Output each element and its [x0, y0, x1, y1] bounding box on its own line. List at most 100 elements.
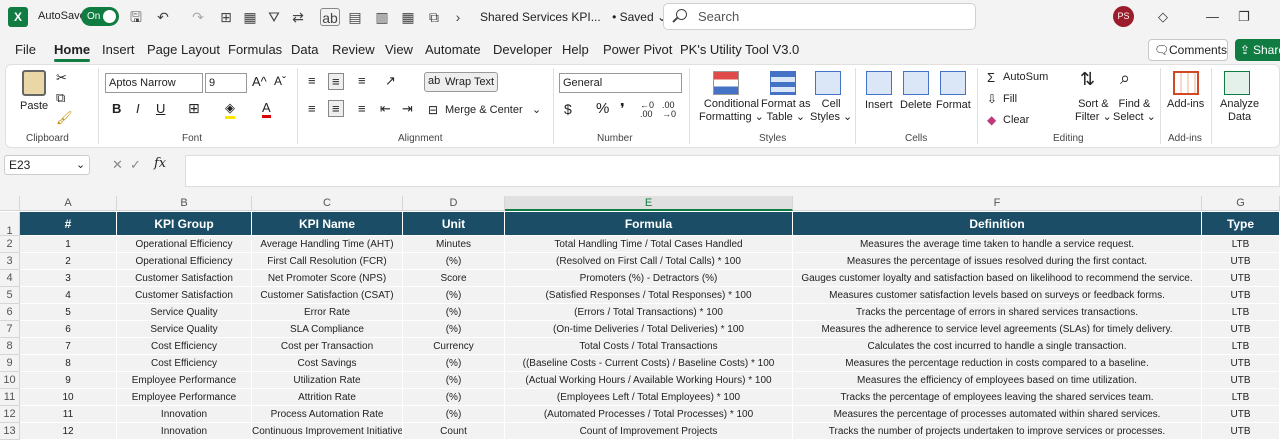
table-cell[interactable]: Tracks the number of projects undertaken… [793, 423, 1202, 440]
table-cell[interactable]: Measures the adherence to service level … [793, 321, 1202, 338]
table-cell[interactable]: (%) [403, 372, 505, 389]
column-header-b[interactable]: B [117, 196, 252, 211]
table-header-cell[interactable]: KPI Group [117, 212, 252, 236]
row-header-3[interactable]: 3 [0, 253, 20, 270]
table-cell[interactable]: Continuous Improvement Initiatives [252, 423, 403, 440]
orientation-icon[interactable]: ↗ [385, 73, 396, 89]
table-cell[interactable]: Total Handling Time / Total Cases Handle… [505, 236, 793, 253]
minimize-icon[interactable]: — [1206, 9, 1219, 24]
filter-icon[interactable]: ⛛ [264, 8, 284, 26]
table-cell[interactable]: Employee Performance [117, 372, 252, 389]
tab-power-pivot[interactable]: Power Pivot [603, 42, 672, 57]
decrease-decimal-icon[interactable]: .00 →0 [662, 101, 676, 119]
decrease-indent-icon[interactable]: ⇤ [380, 101, 391, 117]
table-cell[interactable]: 12 [20, 423, 117, 440]
row-header-11[interactable]: 11 [0, 389, 20, 406]
cancel-icon[interactable]: ✕ [112, 157, 123, 173]
table-cell[interactable]: (%) [403, 321, 505, 338]
font-size-select[interactable]: 9 [205, 73, 247, 93]
align-right-icon[interactable]: ≡ [358, 101, 366, 116]
comma-icon[interactable]: ❜ [620, 100, 625, 118]
percent-icon[interactable]: % [596, 100, 609, 117]
conditional-formatting-button[interactable]: Conditional Formatting ⌄ [699, 98, 764, 124]
row-header-12[interactable]: 12 [0, 406, 20, 423]
calculator-icon[interactable]: ▤ [345, 8, 365, 26]
analyze-data-button[interactable]: Analyze Data [1220, 98, 1259, 124]
table-cell[interactable]: 7 [20, 338, 117, 355]
decrease-font-icon[interactable]: Aˇ [274, 74, 286, 88]
row-header-7[interactable]: 7 [0, 321, 20, 338]
tab-view[interactable]: View [385, 42, 413, 57]
column-header-f[interactable]: F [793, 196, 1202, 211]
column-header-c[interactable]: C [252, 196, 403, 211]
select-all-corner[interactable] [0, 196, 20, 211]
table-cell[interactable]: (%) [403, 287, 505, 304]
enter-icon[interactable]: ✓ [130, 157, 141, 173]
table-cell[interactable]: 10 [20, 389, 117, 406]
tab-developer[interactable]: Developer [493, 42, 552, 57]
tab-formulas[interactable]: Formulas [228, 42, 282, 57]
fill-button[interactable]: Fill [1003, 93, 1017, 105]
formula-input[interactable] [185, 155, 1280, 187]
number-format-select[interactable]: General [559, 73, 682, 93]
italic-icon[interactable]: I [136, 101, 140, 116]
table-icon[interactable]: ▦ [240, 8, 260, 26]
table-cell[interactable]: LTB [1202, 389, 1280, 406]
row-header-6[interactable]: 6 [0, 304, 20, 321]
align-center-icon[interactable]: ≡ [328, 100, 344, 117]
document-title[interactable]: Shared Services KPI... • Saved ⌄ [480, 10, 667, 24]
table-cell[interactable]: Calculates the cost incurred to handle a… [793, 338, 1202, 355]
merge-dropdown-icon[interactable]: ⌄ [532, 103, 541, 116]
sort-filter-button[interactable]: Sort & Filter ⌄ [1075, 98, 1112, 124]
add-ins-button[interactable]: Add-ins [1167, 98, 1204, 110]
column-header-e[interactable]: E [505, 196, 793, 211]
table-cell[interactable]: Promoters (%) - Detractors (%) [505, 270, 793, 287]
tab-review[interactable]: Review [332, 42, 375, 57]
table-cell[interactable]: SLA Compliance [252, 321, 403, 338]
table-cell[interactable]: UTB [1202, 321, 1280, 338]
table-cell[interactable]: 9 [20, 372, 117, 389]
align-middle-icon[interactable]: ≡ [328, 73, 344, 90]
column-header-g[interactable]: G [1202, 196, 1280, 211]
tab-home[interactable]: Home [54, 42, 91, 62]
table-cell[interactable]: (%) [403, 355, 505, 372]
undo-icon[interactable]: ↶ [153, 8, 173, 26]
tab-data[interactable]: Data [291, 42, 318, 57]
align-left-icon[interactable]: ≡ [308, 101, 316, 116]
cut-icon[interactable]: ✂ [56, 70, 67, 86]
row-header-4[interactable]: 4 [0, 270, 20, 287]
table-cell[interactable]: Gauges customer loyalty and satisfaction… [793, 270, 1202, 287]
table-cell[interactable]: LTB [1202, 304, 1280, 321]
restore-icon[interactable]: ❐ [1238, 9, 1250, 25]
table-cell[interactable]: LTB [1202, 338, 1280, 355]
insert-cells-button[interactable]: Insert [865, 99, 893, 111]
clear-button[interactable]: Clear [1003, 114, 1029, 126]
increase-indent-icon[interactable]: ⇥ [402, 101, 413, 117]
table-cell[interactable]: Count of Improvement Projects [505, 423, 793, 440]
row-header-10[interactable]: 10 [0, 372, 20, 389]
underline-icon[interactable]: U [156, 101, 165, 116]
table-cell[interactable]: (Satisfied Responses / Total Responses) … [505, 287, 793, 304]
table-cell[interactable]: UTB [1202, 253, 1280, 270]
table-cell[interactable]: Net Promoter Score (NPS) [252, 270, 403, 287]
table-cell[interactable]: Service Quality [117, 304, 252, 321]
table-cell[interactable]: Measures the efficiency of employees bas… [793, 372, 1202, 389]
table-cell[interactable]: Cost Savings [252, 355, 403, 372]
tab-insert[interactable]: Insert [102, 42, 135, 57]
table-cell[interactable]: (Resolved on First Call / Total Calls) *… [505, 253, 793, 270]
table-cell[interactable]: (Employees Left / Total Employees) * 100 [505, 389, 793, 406]
table-cell[interactable]: Employee Performance [117, 389, 252, 406]
table-cell[interactable]: Service Quality [117, 321, 252, 338]
table-cell[interactable]: UTB [1202, 423, 1280, 440]
table-cell[interactable]: Cost Efficiency [117, 338, 252, 355]
row-header-1[interactable]: 1 [0, 212, 20, 237]
spelling-icon[interactable]: ab [320, 8, 340, 26]
table-cell[interactable]: (Errors / Total Transactions) * 100 [505, 304, 793, 321]
font-color-icon[interactable]: A [262, 100, 271, 118]
table-cell[interactable]: Attrition Rate [252, 389, 403, 406]
table-cell[interactable]: Cost per Transaction [252, 338, 403, 355]
borders-icon[interactable]: ⊞ [216, 8, 236, 26]
table-cell[interactable]: Innovation [117, 406, 252, 423]
format-painter-icon[interactable]: 🖌 [56, 110, 73, 126]
table-cell[interactable]: (%) [403, 253, 505, 270]
